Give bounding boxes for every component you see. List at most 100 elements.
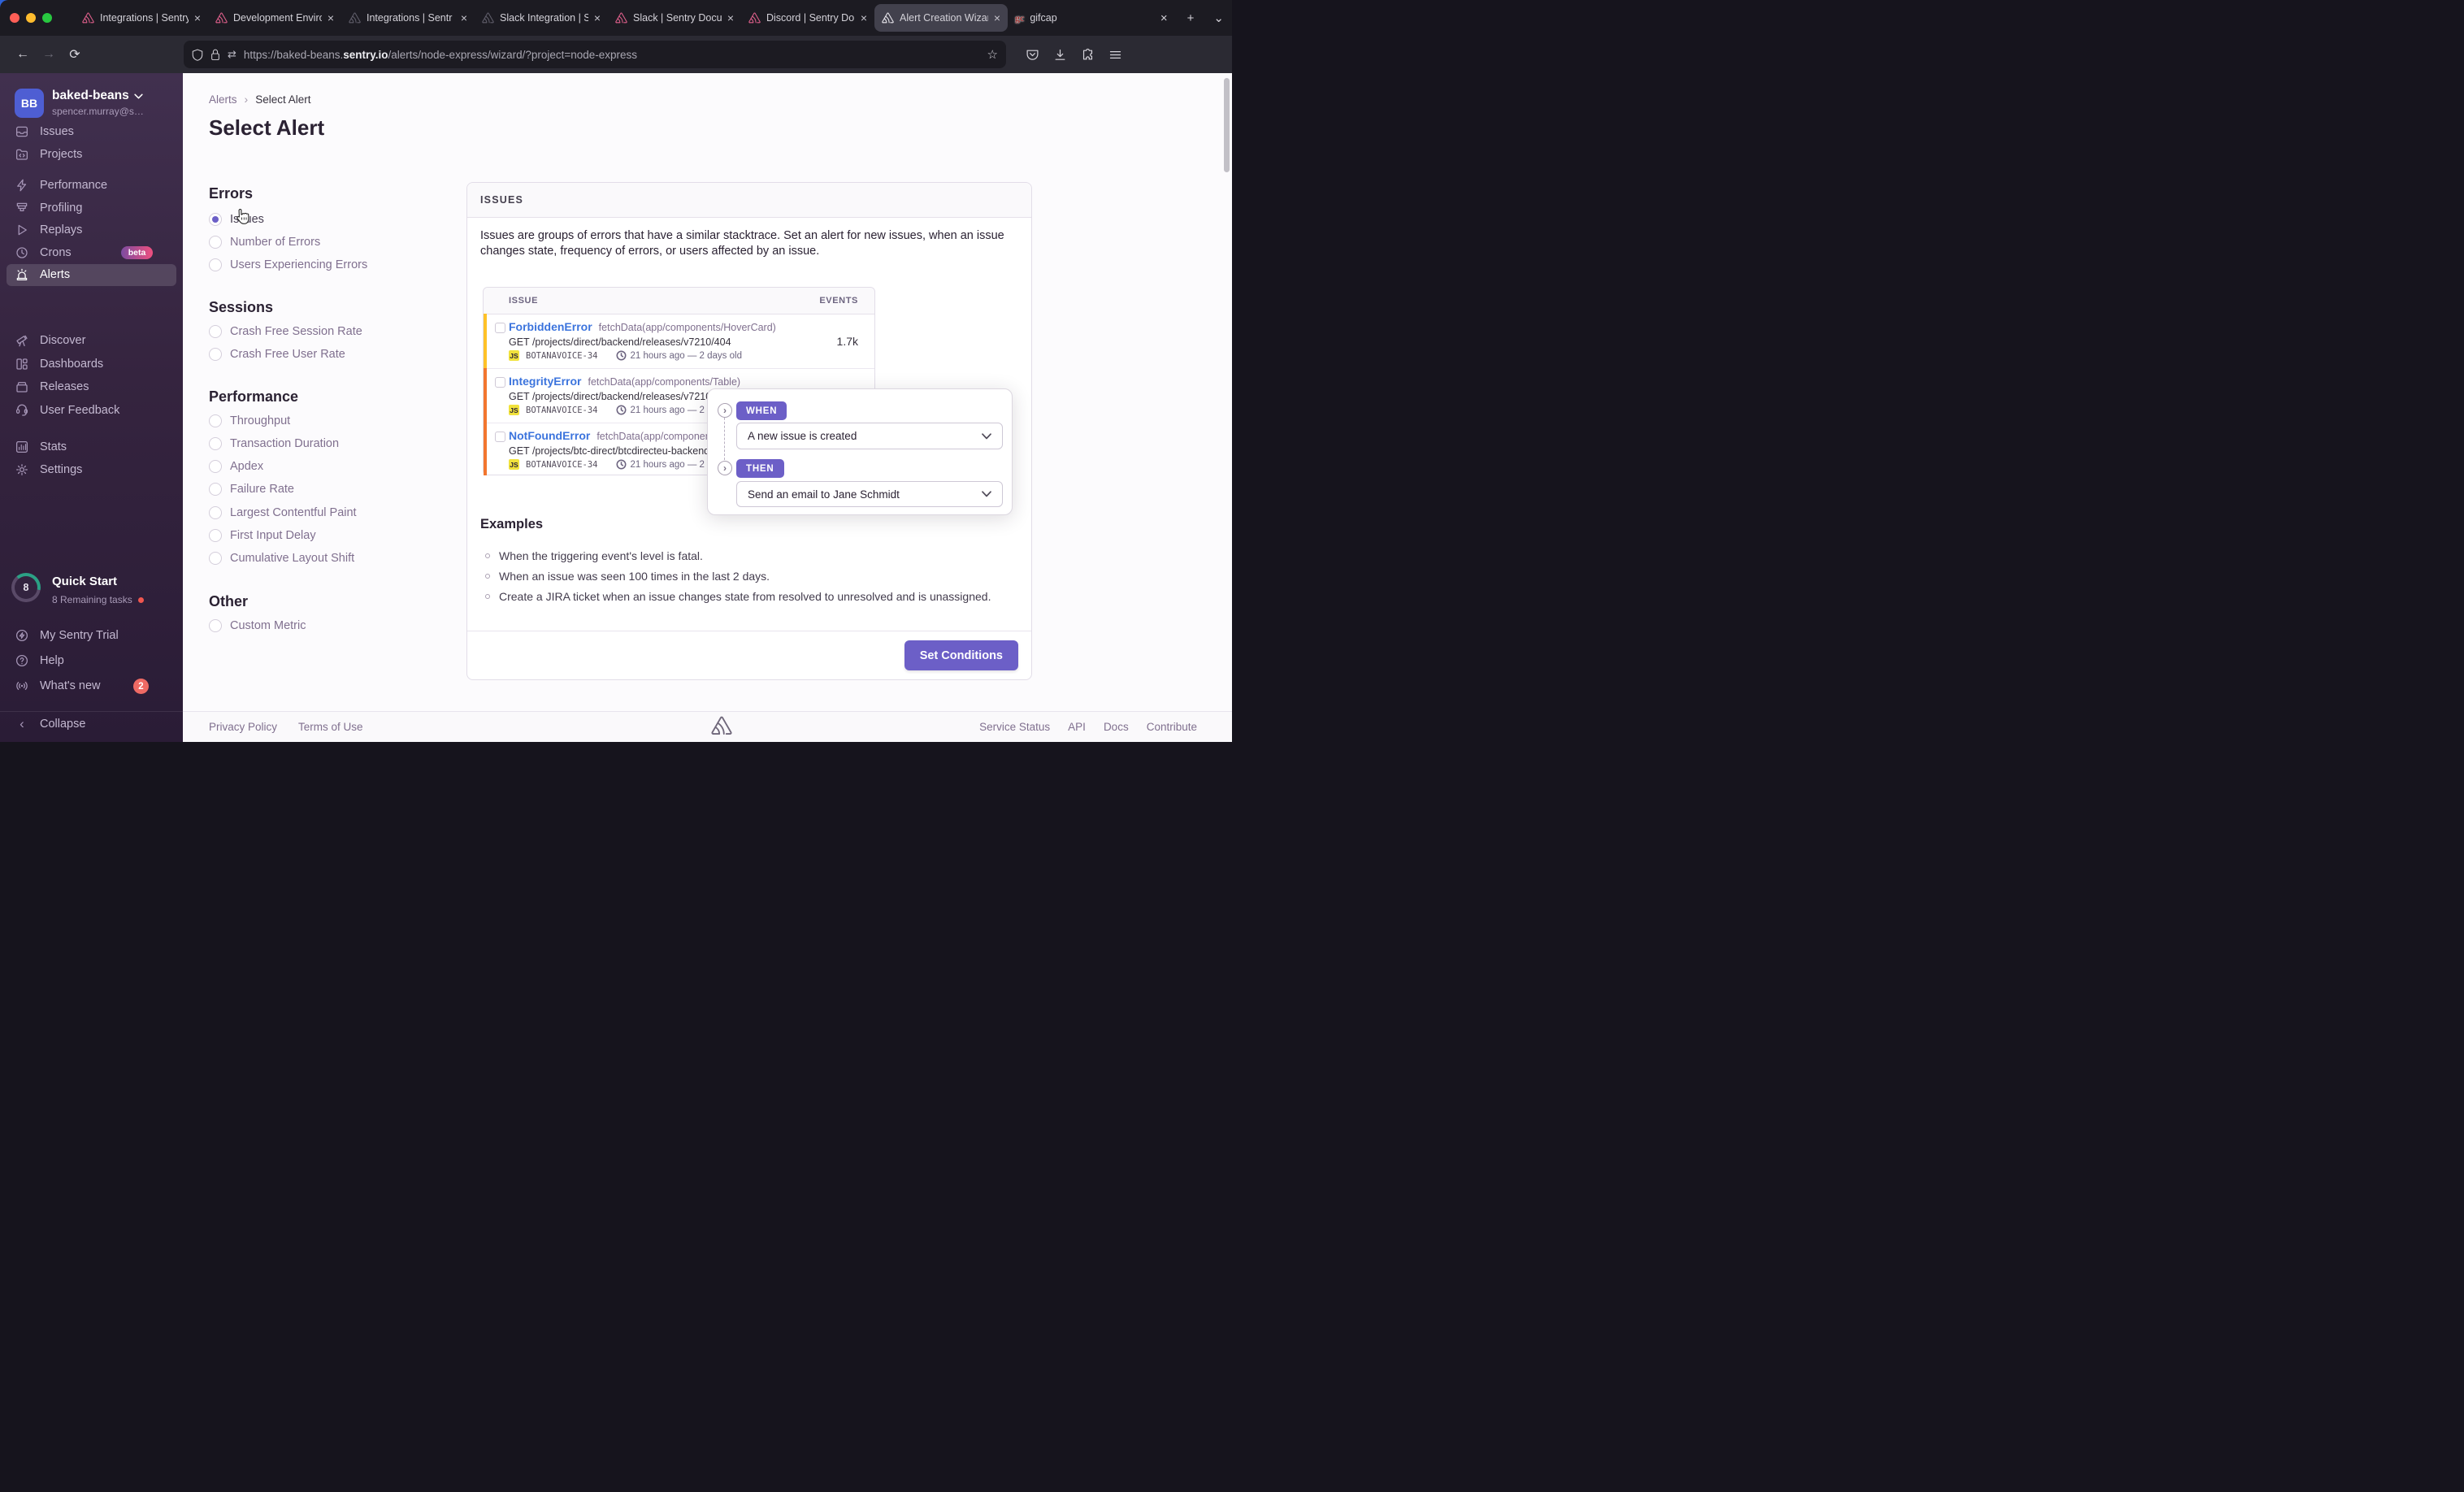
sidebar-item-profiling[interactable]: Profiling [15, 198, 82, 218]
radio-icon[interactable] [209, 506, 222, 519]
sidebar-item-issues[interactable]: Issues [15, 122, 74, 141]
radio-option-issues[interactable]: Issues [209, 210, 264, 229]
tab-slack-integration[interactable]: Slack Integration | S × [475, 0, 608, 36]
tab-close-icon[interactable]: × [194, 12, 201, 24]
new-tab-button[interactable]: + [1187, 11, 1195, 25]
org-switcher[interactable]: BB baked-beans spencer.murray@s… [15, 89, 166, 118]
tab-close-icon[interactable]: × [461, 12, 467, 24]
tab-close-icon[interactable]: × [861, 12, 867, 24]
contribute-link[interactable]: Contribute [1147, 721, 1197, 733]
radio-option-largest-contentful-paint[interactable]: Largest Contentful Paint [209, 503, 357, 523]
pocket-icon[interactable] [1026, 48, 1039, 62]
radio-icon[interactable] [209, 414, 222, 427]
radio-icon[interactable] [209, 460, 222, 473]
radio-option-custom-metric[interactable]: Custom Metric [209, 616, 306, 635]
sidebar-item-user-feedback[interactable]: User Feedback [15, 401, 119, 420]
sidebar-item-settings[interactable]: Settings [15, 460, 82, 479]
url-bar[interactable]: ⇄ https://baked-beans.sentry.io/alerts/n… [184, 41, 1006, 68]
privacy-policy-link[interactable]: Privacy Policy [209, 721, 277, 733]
tab-integrations-1[interactable]: Integrations | Sentry × [75, 0, 208, 36]
radio-selected-icon[interactable] [209, 213, 222, 226]
radio-option-number-of-errors[interactable]: Number of Errors [209, 232, 320, 252]
service-status-link[interactable]: Service Status [979, 721, 1050, 733]
sidebar-item-my-sentry-trial[interactable]: My Sentry Trial [15, 626, 119, 645]
radio-option-failure-rate[interactable]: Failure Rate [209, 479, 294, 499]
radio-icon[interactable] [209, 258, 222, 271]
radio-option-apdex[interactable]: Apdex [209, 457, 263, 476]
menu-hamburger-icon[interactable] [1108, 48, 1122, 62]
tab-development-environment[interactable]: Development Enviro × [208, 0, 341, 36]
sidebar-item-stats[interactable]: Stats [15, 437, 67, 457]
sidebar-collapse-button[interactable]: ‹ Collapse [15, 714, 85, 734]
quickstart-title[interactable]: Quick Start [52, 575, 117, 588]
sidebar-item-alerts[interactable]: Alerts [15, 265, 70, 284]
radio-option-crash-free-user-rate[interactable]: Crash Free User Rate [209, 345, 345, 364]
tab-slack-docs[interactable]: Slack | Sentry Docu × [608, 0, 741, 36]
radio-option-crash-free-session-rate[interactable]: Crash Free Session Rate [209, 322, 362, 341]
terms-of-use-link[interactable]: Terms of Use [298, 721, 363, 733]
tab-close-icon[interactable]: × [328, 12, 334, 24]
issue-short-id: BOTANAVOICE-34 [526, 350, 598, 361]
then-action-select[interactable]: Send an email to Jane Schmidt [736, 481, 1003, 507]
window-close-button[interactable] [10, 13, 20, 23]
api-link[interactable]: API [1068, 721, 1086, 733]
set-conditions-button[interactable]: Set Conditions [904, 640, 1018, 670]
issue-link[interactable]: NotFoundError [509, 429, 590, 442]
tab-close-icon[interactable]: × [594, 12, 601, 24]
radio-option-transaction-duration[interactable]: Transaction Duration [209, 434, 339, 453]
radio-icon[interactable] [209, 348, 222, 361]
sidebar-item-dashboards[interactable]: Dashboards [15, 354, 103, 374]
window-minimize-button[interactable] [26, 13, 36, 23]
tab-close-icon[interactable]: × [994, 12, 1000, 24]
forward-icon[interactable]: → [36, 47, 62, 62]
url-text[interactable]: https://baked-beans.sentry.io/alerts/nod… [244, 49, 980, 61]
row-checkbox[interactable] [495, 323, 505, 333]
row-checkbox[interactable] [495, 377, 505, 388]
sidebar-item-discover[interactable]: Discover [15, 331, 85, 350]
breadcrumb-alerts-link[interactable]: Alerts [209, 93, 237, 106]
radio-option-users-experiencing-errors[interactable]: Users Experiencing Errors [209, 255, 367, 275]
radio-option-cumulative-layout-shift[interactable]: Cumulative Layout Shift [209, 549, 354, 568]
row-checkbox[interactable] [495, 432, 505, 442]
lock-icon[interactable] [210, 49, 220, 61]
permissions-icon[interactable]: ⇄ [228, 48, 236, 61]
tab-close-icon[interactable]: × [727, 12, 734, 24]
radio-icon[interactable] [209, 619, 222, 632]
sidebar-item-performance[interactable]: Performance [15, 176, 107, 195]
radio-icon[interactable] [209, 325, 222, 338]
table-row[interactable]: ForbiddenError fetchData(app/components/… [484, 314, 874, 369]
tab-list-menu-icon[interactable]: ⌄ [1213, 11, 1224, 25]
tab-gifcap[interactable]: gc gifcap [1008, 0, 1105, 36]
radio-option-throughput[interactable]: Throughput [209, 411, 290, 431]
tab-title: Slack Integration | S [500, 12, 588, 24]
sidebar-item-replays[interactable]: Replays [15, 220, 82, 240]
extensions-puzzle-icon[interactable] [1081, 48, 1095, 62]
issue-link[interactable]: ForbiddenError [509, 320, 592, 333]
shield-icon[interactable] [192, 49, 203, 61]
sidebar-item-crons[interactable]: Crons beta [15, 243, 154, 262]
sidebar-item-whats-new[interactable]: What's new [15, 676, 101, 696]
docs-link[interactable]: Docs [1104, 721, 1129, 733]
reload-icon[interactable]: ⟳ [62, 46, 88, 63]
radio-icon[interactable] [209, 483, 222, 496]
tab-alert-creation-wizard-active[interactable]: Alert Creation Wizar × [874, 4, 1008, 32]
radio-icon[interactable] [209, 552, 222, 565]
sidebar-item-projects[interactable]: Projects [15, 145, 82, 164]
quickstart-progress-ring[interactable]: 8 [11, 573, 41, 602]
tab-integrations-2[interactable]: Integrations | Sentr × [341, 0, 475, 36]
tab-discord-docs[interactable]: Discord | Sentry Do × [741, 0, 874, 36]
sidebar-item-help[interactable]: Help [15, 651, 64, 670]
tabstrip-close-icon[interactable]: × [1160, 11, 1168, 25]
radio-option-first-input-delay[interactable]: First Input Delay [209, 526, 316, 545]
radio-icon[interactable] [209, 437, 222, 450]
sidebar-item-releases[interactable]: Releases [15, 377, 89, 397]
bookmark-star-icon[interactable]: ☆ [987, 47, 998, 62]
back-icon[interactable]: ← [10, 47, 36, 62]
scrollbar-thumb[interactable] [1224, 78, 1230, 172]
issue-link[interactable]: IntegrityError [509, 375, 581, 388]
radio-icon[interactable] [209, 529, 222, 542]
window-zoom-button[interactable] [42, 13, 52, 23]
download-icon[interactable] [1053, 48, 1067, 62]
radio-icon[interactable] [209, 236, 222, 249]
when-condition-select[interactable]: A new issue is created [736, 423, 1003, 449]
